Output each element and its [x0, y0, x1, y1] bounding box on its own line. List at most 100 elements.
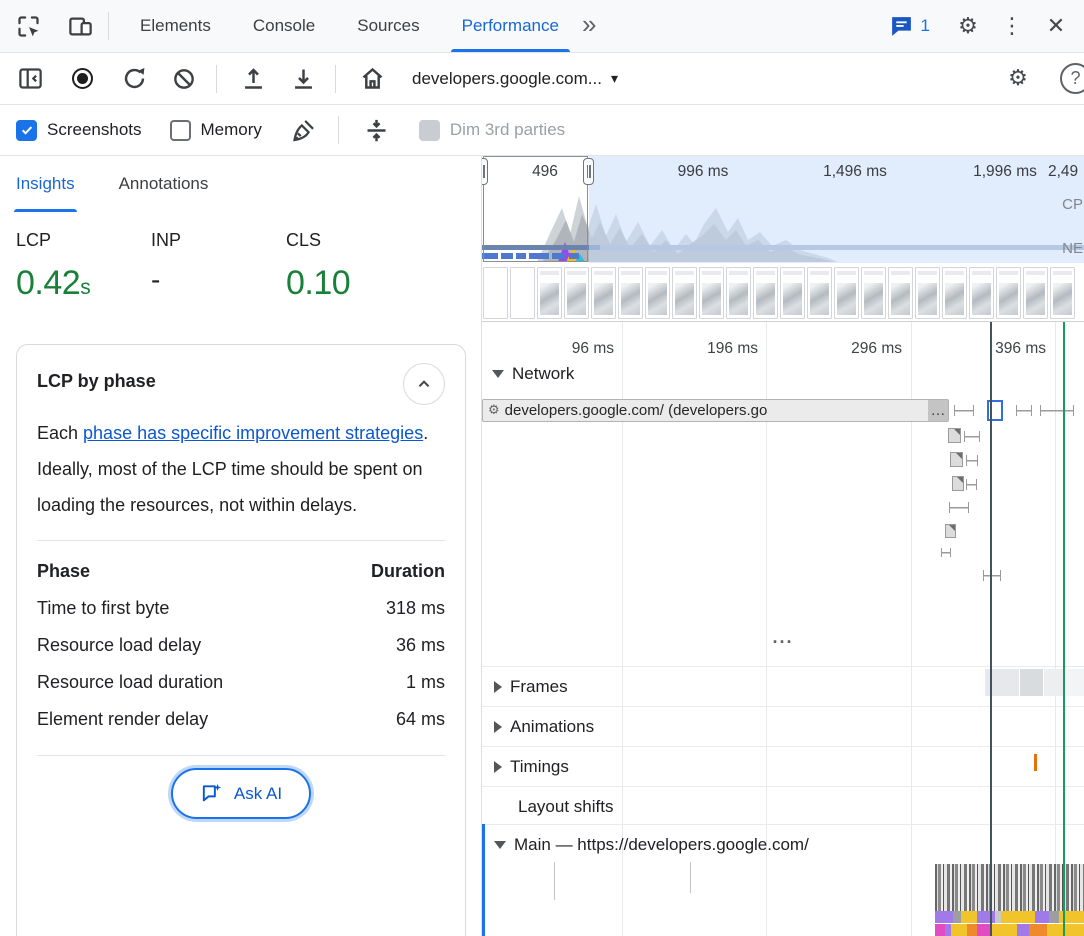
- improvement-strategies-link[interactable]: phase has specific improvement strategie…: [83, 423, 423, 443]
- devtools-tabbar: Elements Console Sources Performance » 1…: [0, 0, 1084, 53]
- track-layout-shifts[interactable]: Layout shifts: [518, 797, 613, 817]
- memory-checkbox[interactable]: [170, 120, 191, 141]
- screenshot-thumbnail[interactable]: [672, 267, 697, 319]
- screenshot-thumbnail[interactable]: [1050, 267, 1075, 319]
- record-and-reload-button[interactable]: [116, 61, 152, 97]
- network-request-bar[interactable]: [945, 524, 956, 538]
- tab-annotations[interactable]: Annotations: [119, 156, 209, 212]
- request-whisker: [966, 479, 977, 490]
- network-request-bar[interactable]: [948, 428, 961, 443]
- panel-tabs: Elements Console Sources Performance: [119, 0, 580, 52]
- track-frames[interactable]: Frames: [494, 677, 568, 697]
- ruler-tick: 96 ms: [534, 340, 614, 358]
- tab-console[interactable]: Console: [232, 0, 336, 52]
- request-whisker: [983, 570, 1001, 581]
- selection-handle-left[interactable]: [482, 158, 488, 185]
- screenshot-thumbnail[interactable]: [915, 267, 940, 319]
- network-resize-handle[interactable]: ...: [482, 630, 1084, 644]
- shortcuts-dialog-button[interactable]: [359, 112, 395, 148]
- selection-handle-right[interactable]: [583, 158, 594, 185]
- track-network[interactable]: Network: [492, 364, 574, 384]
- phase-duration: 36 ms: [396, 635, 445, 656]
- selected-track-indicator: [482, 824, 485, 936]
- screenshot-thumbnail[interactable]: [564, 267, 589, 319]
- memory-label: Memory: [201, 120, 262, 140]
- table-row: Resource load duration 1 ms: [37, 664, 445, 701]
- help-icon[interactable]: ?: [1060, 63, 1084, 94]
- capture-options-bar: Screenshots Memory Dim 3rd parties: [0, 105, 1084, 156]
- timing-marker[interactable]: [1034, 754, 1037, 771]
- row-divider: [482, 746, 1084, 747]
- clear-recordings-button[interactable]: [166, 61, 202, 97]
- metric-cls[interactable]: CLS 0.10: [286, 230, 421, 344]
- save-profile-button[interactable]: [235, 61, 271, 97]
- frame-thumbnails: [985, 669, 1084, 696]
- console-message-indicator[interactable]: 1: [889, 14, 930, 39]
- more-tabs-icon[interactable]: »: [580, 9, 606, 44]
- collect-garbage-button[interactable]: [286, 112, 322, 148]
- divider: [338, 116, 339, 144]
- close-devtools-icon[interactable]: ✕: [1038, 8, 1074, 44]
- screenshot-thumbnail[interactable]: [996, 267, 1021, 319]
- tab-insights[interactable]: Insights: [16, 156, 75, 212]
- tab-sources[interactable]: Sources: [336, 0, 440, 52]
- track-network-label: Network: [512, 364, 574, 384]
- expander-icon: [494, 721, 502, 733]
- screenshot-thumbnail[interactable]: [753, 267, 778, 319]
- flame-chart-row[interactable]: [935, 924, 1084, 936]
- track-animations[interactable]: Animations: [494, 717, 594, 737]
- screenshot-thumbnail[interactable]: [1023, 267, 1048, 319]
- overview-tick: 2,49: [1048, 163, 1084, 181]
- network-request-bar[interactable]: [952, 476, 964, 491]
- request-whisker: [941, 548, 951, 557]
- track-timings[interactable]: Timings: [494, 757, 569, 777]
- timeline-overview[interactable]: 496 996 ms 1,496 ms 1,996 ms 2,49 CP NE: [482, 156, 1084, 322]
- tab-elements[interactable]: Elements: [119, 0, 232, 52]
- screenshot-thumbnail[interactable]: [591, 267, 616, 319]
- screenshot-thumbnail[interactable]: [780, 267, 805, 319]
- capture-settings-gear-icon[interactable]: ⚙: [1000, 61, 1036, 97]
- screenshot-thumbnail[interactable]: [726, 267, 751, 319]
- settings-gear-icon[interactable]: ⚙: [950, 8, 986, 44]
- screenshot-thumbnail[interactable]: [969, 267, 994, 319]
- network-request-bar[interactable]: [950, 452, 963, 467]
- page-select-dropdown[interactable]: developers.google.com... ▾: [412, 69, 618, 89]
- screenshot-thumbnail[interactable]: [834, 267, 859, 319]
- collapse-card-button[interactable]: [403, 363, 445, 405]
- network-request-bar[interactable]: ⚙ developers.google.com/ (developers.go …: [482, 399, 949, 422]
- load-profile-button[interactable]: [285, 61, 321, 97]
- screenshot-thumbnail[interactable]: [483, 267, 508, 319]
- screenshot-thumbnail[interactable]: [510, 267, 535, 319]
- flame-chart-row[interactable]: [935, 911, 1084, 923]
- home-button[interactable]: [354, 61, 390, 97]
- track-main-label: Main — https://developers.google.com/: [514, 835, 809, 855]
- toggle-sidebar-button[interactable]: [12, 61, 48, 97]
- tab-performance[interactable]: Performance: [441, 0, 580, 52]
- device-toolbar-button[interactable]: [62, 8, 98, 44]
- screenshot-thumbnail[interactable]: [861, 267, 886, 319]
- phase-name: Element render delay: [37, 709, 208, 730]
- timeline-ruler: 96 ms 196 ms 296 ms 396 ms: [482, 322, 1084, 362]
- inspect-element-button[interactable]: [10, 8, 46, 44]
- screenshot-thumbnail[interactable]: [699, 267, 724, 319]
- screenshot-thumbnail[interactable]: [537, 267, 562, 319]
- metric-inp[interactable]: INP -: [151, 230, 286, 344]
- metric-inp-label: INP: [151, 230, 286, 251]
- screenshot-thumbnail[interactable]: [807, 267, 832, 319]
- flame-chart-activity[interactable]: [935, 864, 1084, 911]
- screenshot-thumbnail[interactable]: [645, 267, 670, 319]
- collapse-vertical-icon: [363, 117, 390, 144]
- screenshot-thumbnail[interactable]: [888, 267, 913, 319]
- record-button[interactable]: [64, 61, 100, 97]
- kebab-menu-icon[interactable]: ⋮: [994, 8, 1030, 44]
- screenshot-thumbnail[interactable]: [942, 267, 967, 319]
- lcp-by-phase-card: LCP by phase Each phase has specific imp…: [16, 344, 466, 936]
- ask-ai-button[interactable]: Ask AI: [171, 768, 311, 819]
- screenshot-thumbnail[interactable]: [618, 267, 643, 319]
- sidebar-tabs: Insights Annotations: [0, 156, 481, 212]
- track-main-thread[interactable]: Main — https://developers.google.com/: [494, 835, 809, 855]
- reload-icon: [121, 65, 148, 92]
- metric-lcp[interactable]: LCP 0.42s: [16, 230, 151, 344]
- metric-lcp-value: 0.42s: [16, 264, 151, 303]
- screenshots-checkbox[interactable]: [16, 120, 37, 141]
